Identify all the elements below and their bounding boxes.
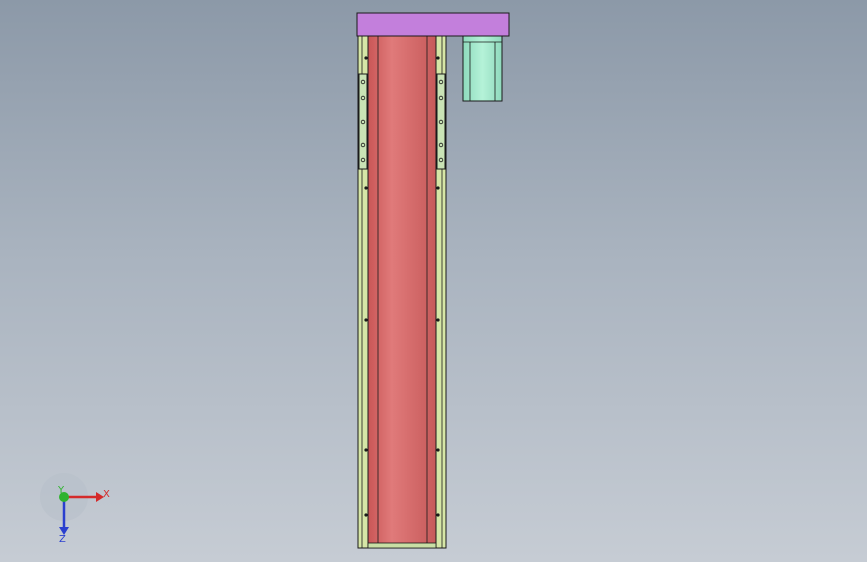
- y-axis-label: Y: [57, 485, 65, 496]
- x-axis-label: X: [103, 489, 110, 500]
- z-axis-label: Z: [59, 534, 66, 545]
- graphics-viewport[interactable]: X Y Z: [0, 0, 867, 562]
- orientation-triad: X Y Z: [40, 473, 110, 545]
